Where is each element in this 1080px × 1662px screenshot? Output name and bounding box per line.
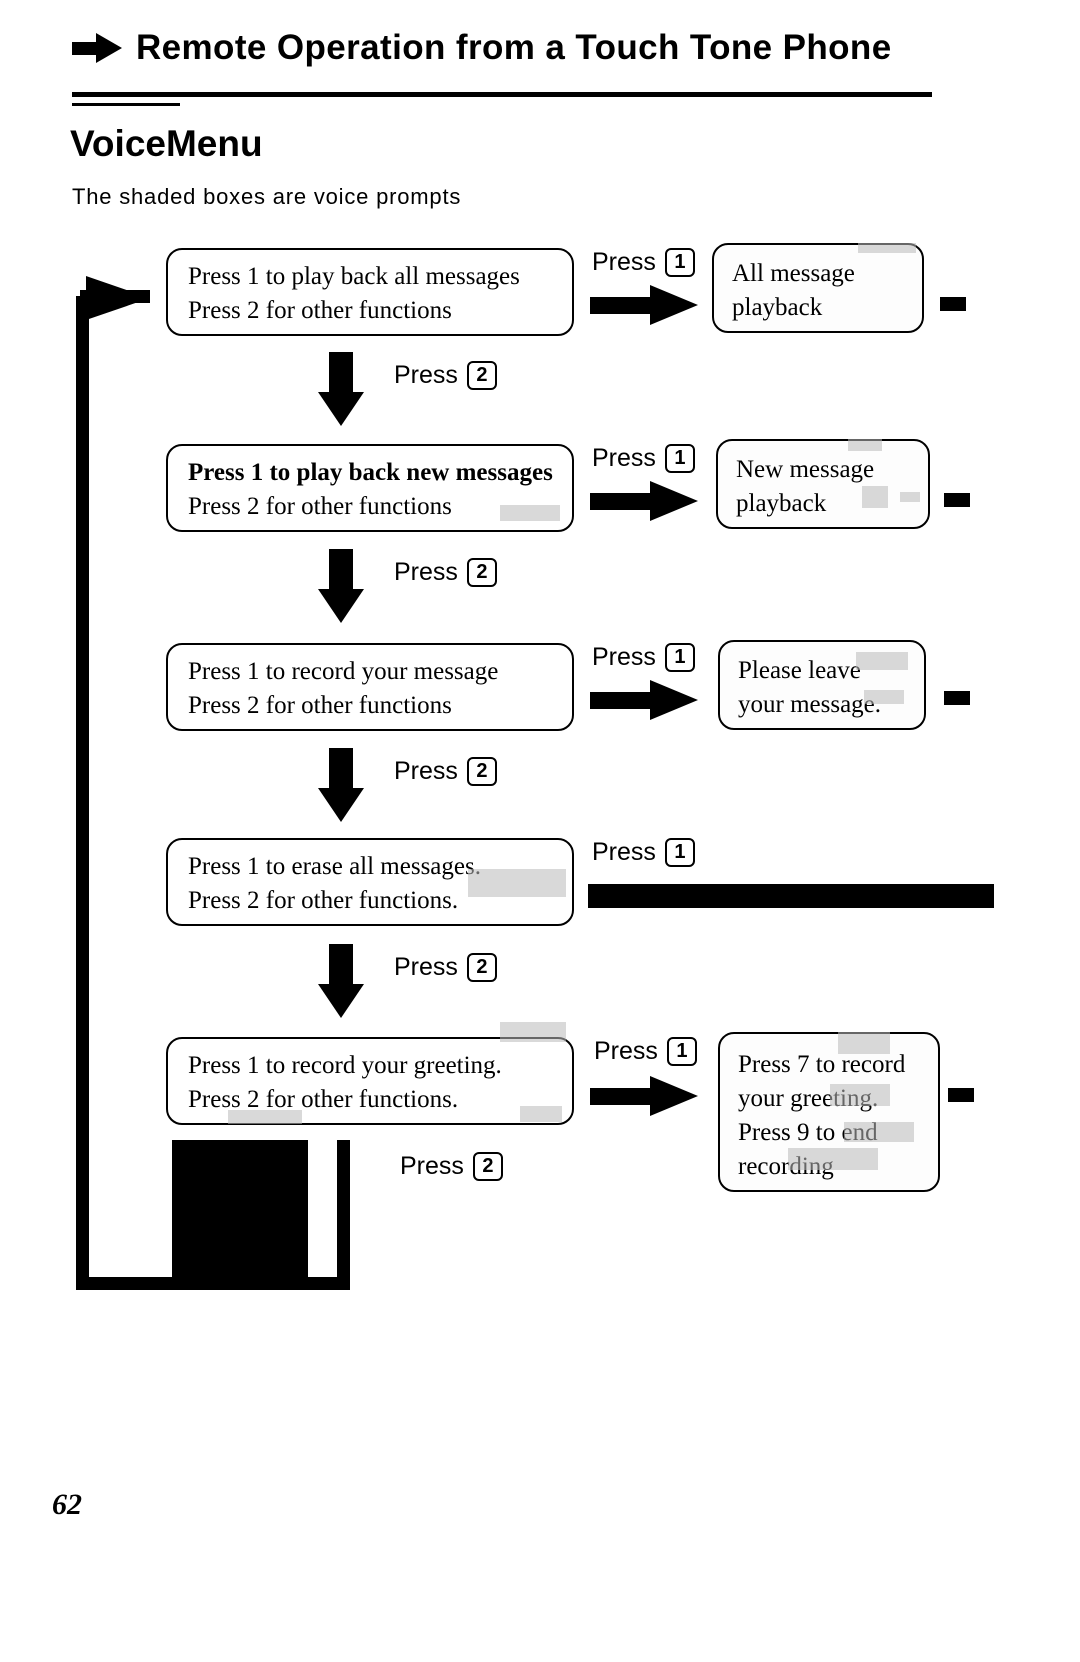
edge-tick-mark xyxy=(948,1088,974,1102)
next-arrow-2-icon xyxy=(318,549,364,623)
keycap-1-icon: 1 xyxy=(664,444,695,473)
scan-smudge xyxy=(848,439,882,451)
press-word: Press xyxy=(592,444,656,472)
press-label-branch-5: Press 1 xyxy=(594,1037,697,1066)
scan-smudge xyxy=(500,505,560,521)
keycap-1-icon: 1 xyxy=(664,838,695,867)
menu-line-1: Press 1 to record your greeting. xyxy=(188,1052,502,1079)
menu-box-record-message[interactable]: Press 1 to record your message Press 2 f… xyxy=(166,643,574,731)
edge-tick-mark xyxy=(940,297,966,311)
loop-rail-vertical xyxy=(76,296,89,1290)
menu-line-1: Press 1 to play back all messages xyxy=(188,263,520,290)
scan-smudge xyxy=(830,1084,890,1106)
edge-tick-mark xyxy=(944,493,970,507)
scan-smudge xyxy=(856,652,908,670)
voice-box-all-message-playback[interactable]: All message playback xyxy=(712,243,924,333)
keycap-2-icon: 2 xyxy=(466,953,497,982)
press-word: Press xyxy=(400,1152,464,1180)
voice-line-1: New message xyxy=(736,456,875,483)
press-label-next-5: Press 2 xyxy=(400,1152,503,1181)
press-label-next-3: Press 2 xyxy=(394,757,497,786)
scan-smudge xyxy=(900,492,920,502)
press-label-branch-4: Press 1 xyxy=(592,838,695,867)
press-word: Press xyxy=(394,558,458,586)
press-label-branch-2: Press 1 xyxy=(592,444,695,473)
scan-black-block xyxy=(172,1140,308,1290)
next-arrow-4-icon xyxy=(318,944,364,1018)
voice-line-1: All message xyxy=(732,260,855,287)
keycap-1-icon: 1 xyxy=(664,248,695,277)
press-label-branch-1: Press 1 xyxy=(592,248,695,277)
scan-smudge xyxy=(500,1022,566,1042)
scan-smudge xyxy=(788,1148,878,1170)
press-word: Press xyxy=(394,953,458,981)
voice-menu-flow-diagram: Press 1 to play back all messages Press … xyxy=(0,0,1080,1662)
keycap-2-icon: 2 xyxy=(466,558,497,587)
press-word: Press xyxy=(592,838,656,866)
press-word: Press xyxy=(594,1037,658,1065)
branch-arrow-2-icon xyxy=(590,481,698,521)
press-label-branch-3: Press 1 xyxy=(592,643,695,672)
page-number: 62 xyxy=(52,1488,82,1521)
press-word: Press xyxy=(592,248,656,276)
voice-line-2: playback xyxy=(732,294,823,321)
keycap-1-icon: 1 xyxy=(664,643,695,672)
keycap-1-icon: 1 xyxy=(666,1037,697,1066)
scan-black-bar xyxy=(588,884,994,908)
scan-smudge xyxy=(838,1032,890,1054)
loop-arrow-head-icon xyxy=(86,276,150,320)
next-arrow-1-icon xyxy=(318,352,364,426)
next-arrow-3-icon xyxy=(318,748,364,822)
scan-smudge xyxy=(844,1122,914,1142)
press-word: Press xyxy=(592,643,656,671)
menu-box-all-messages[interactable]: Press 1 to play back all messages Press … xyxy=(166,248,574,336)
branch-arrow-1-icon xyxy=(590,285,698,325)
menu-line-2: Press 2 for other functions xyxy=(188,297,452,324)
keycap-2-icon: 2 xyxy=(466,757,497,786)
menu-line-2: Press 2 for other functions xyxy=(188,692,452,719)
scan-smudge xyxy=(520,1106,562,1122)
scan-smudge xyxy=(858,243,916,253)
branch-arrow-3-icon xyxy=(590,680,698,720)
voice-box-new-message-playback[interactable]: New message playback xyxy=(716,439,930,529)
press-label-next-4: Press 2 xyxy=(394,953,497,982)
scan-smudge xyxy=(468,869,566,897)
scan-smudge xyxy=(864,690,904,704)
branch-arrow-5-icon xyxy=(590,1076,698,1116)
edge-tick-mark xyxy=(944,691,970,705)
keycap-2-icon: 2 xyxy=(466,361,497,390)
loop-rail-riser xyxy=(337,1140,350,1290)
scan-smudge xyxy=(228,1110,302,1124)
menu-line-1: Press 1 to play back new messages xyxy=(188,459,553,486)
scan-smudge xyxy=(862,486,888,508)
press-word: Press xyxy=(394,361,458,389)
menu-line-1: Press 1 to record your message xyxy=(188,658,499,685)
keycap-2-icon: 2 xyxy=(472,1152,503,1181)
press-label-next-2: Press 2 xyxy=(394,558,497,587)
press-word: Press xyxy=(394,757,458,785)
press-label-next-1: Press 2 xyxy=(394,361,497,390)
